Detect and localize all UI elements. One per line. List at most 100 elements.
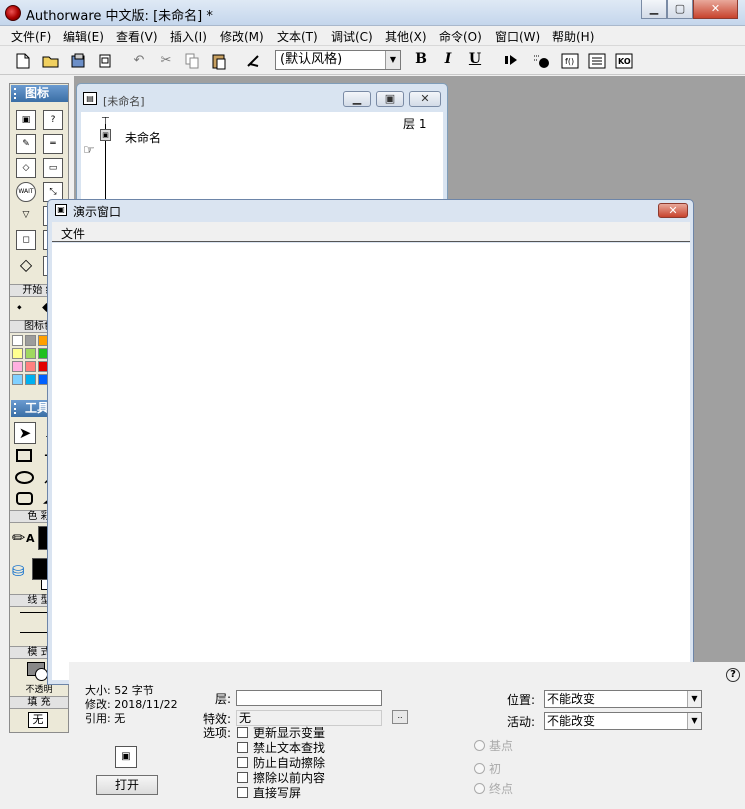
flowline-window-title: [未命名]	[103, 95, 145, 108]
open-folder-icon[interactable]	[40, 50, 62, 72]
presentation-stage[interactable]	[52, 243, 690, 680]
save-all-icon[interactable]	[94, 50, 116, 72]
menu-file[interactable]: 文件(F)	[9, 28, 53, 46]
initial-radio[interactable]	[474, 763, 485, 774]
authorware-app-icon[interactable]	[5, 5, 21, 21]
movie-icon[interactable]: ◻	[16, 230, 36, 250]
activity-dropdown[interactable]: 不能改变 ▼	[544, 712, 702, 730]
flowline-window-icon: ▤	[83, 92, 97, 105]
presentation-window-title: 演示窗口	[73, 205, 122, 219]
menu-text[interactable]: 文本(T)	[275, 28, 320, 46]
functions-window-icon[interactable]: f()	[559, 50, 581, 72]
text-color-icon: A	[26, 532, 35, 545]
flowline-canvas[interactable]: ⊤ ▣ 未命名 ☞ 层 1	[81, 112, 443, 204]
close-button[interactable]: ✕	[693, 0, 738, 19]
oval-tool-icon[interactable]	[15, 471, 34, 484]
icon-color-swatch[interactable]	[25, 348, 36, 359]
icon-color-swatch[interactable]	[12, 335, 23, 346]
flowline-minimize-button[interactable]: ▁	[343, 91, 371, 107]
rounded-rectangle-tool-icon[interactable]	[16, 492, 33, 505]
display-icon[interactable]: ▣	[100, 129, 111, 141]
svg-text:f(): f()	[565, 57, 574, 66]
prevent-auto-erase-checkbox[interactable]	[237, 757, 248, 768]
icon-color-swatch[interactable]	[25, 361, 36, 372]
menu-window[interactable]: 窗口(W)	[493, 28, 542, 46]
bold-button[interactable]: B	[412, 51, 430, 67]
icon-color-swatch[interactable]	[12, 374, 23, 385]
prevent-text-search-checkbox[interactable]	[237, 742, 248, 753]
menu-edit[interactable]: 编辑(E)	[61, 28, 106, 46]
copy-icon[interactable]	[181, 50, 203, 72]
end-radio[interactable]	[474, 783, 485, 794]
motion-icon[interactable]: ?	[43, 110, 63, 130]
presentation-window: ▣ 演示窗口 ✕ 文件	[47, 199, 694, 685]
find-icon[interactable]	[243, 50, 265, 72]
text-style-select[interactable]: (默认风格) ▼	[275, 50, 401, 70]
paste-icon[interactable]	[208, 50, 230, 72]
control-panel-icon[interactable]	[531, 50, 553, 72]
menu-debug[interactable]: 调试(C)	[329, 28, 375, 46]
menu-insert[interactable]: 插入(I)	[168, 28, 209, 46]
decision-icon[interactable]: WAIT	[16, 182, 36, 202]
undo-icon[interactable]: ↶	[128, 50, 150, 72]
icon-color-swatch[interactable]	[12, 361, 23, 372]
menu-help[interactable]: 帮助(H)	[550, 28, 596, 46]
fill-value[interactable]: 无	[28, 712, 48, 728]
properties-panel: ? 大小: 52 字节 修改: 2018/11/22 引用: 无 ▣ 打开 层:…	[69, 662, 745, 809]
wait-icon[interactable]: ═	[43, 134, 63, 154]
pencil-icon[interactable]: ✏	[12, 528, 25, 547]
title-bar: Authorware 中文版: [未命名] * ▁ ▢ ✕	[0, 0, 745, 26]
effect-browse-button[interactable]: ..	[392, 710, 408, 724]
calculation-icon[interactable]: ▽	[16, 206, 36, 226]
presentation-menu-file[interactable]: 文件	[61, 225, 85, 242]
toolbar: ↶ ✂ (默认风格) ▼ B I U f() KO	[0, 47, 745, 75]
menu-view[interactable]: 查看(V)	[114, 28, 160, 46]
icon-palette-header[interactable]: 图标	[11, 85, 68, 102]
open-button[interactable]: 打开	[96, 775, 158, 795]
update-variables-checkbox[interactable]	[237, 727, 248, 738]
window-title: Authorware 中文版: [未命名] *	[26, 9, 213, 24]
icon-color-swatch[interactable]	[12, 348, 23, 359]
italic-button[interactable]: I	[439, 51, 457, 67]
display-icon-preview: ▣	[115, 746, 137, 768]
erase-previous-checkbox[interactable]	[237, 772, 248, 783]
text-style-value: (默认风格)	[280, 52, 343, 67]
restart-icon[interactable]	[500, 50, 522, 72]
navigate-icon[interactable]: ◇	[16, 158, 36, 178]
layer-input[interactable]	[236, 690, 382, 706]
rectangle-tool-icon[interactable]	[16, 449, 32, 462]
position-label: 位置:	[507, 693, 536, 707]
direct-to-screen-checkbox[interactable]	[237, 787, 248, 798]
svg-text:KO: KO	[618, 57, 631, 66]
start-flag-label: 开始	[22, 285, 43, 296]
cut-icon[interactable]: ✂	[155, 50, 177, 72]
direct-to-screen-label: 直接写屏	[253, 786, 302, 800]
chevron-down-icon: ▼	[385, 51, 400, 69]
flowline-close-button[interactable]: ✕	[409, 91, 441, 107]
icon-color-swatch[interactable]	[25, 335, 36, 346]
flowline-maximize-button[interactable]: ▣	[376, 91, 404, 107]
variables-window-icon[interactable]	[586, 50, 608, 72]
underline-button[interactable]: U	[466, 51, 484, 67]
display-icon[interactable]: ▣	[16, 110, 36, 130]
import-icon[interactable]	[68, 50, 90, 72]
menu-modify[interactable]: 修改(M)	[218, 28, 266, 46]
menu-other[interactable]: 其他(X)	[383, 28, 429, 46]
pointer-tool-icon[interactable]: ➤	[14, 422, 36, 444]
erase-icon[interactable]: ✎	[16, 134, 36, 154]
video-icon[interactable]: ◇	[16, 256, 36, 276]
presentation-close-button[interactable]: ✕	[658, 203, 688, 218]
new-file-icon[interactable]	[12, 50, 34, 72]
knowledge-objects-icon[interactable]: KO	[613, 50, 635, 72]
minimize-button[interactable]: ▁	[641, 0, 667, 19]
start-flag-icon[interactable]: ⬩	[17, 300, 22, 315]
fill-bucket-icon[interactable]: ⛁	[12, 562, 25, 580]
framework-icon[interactable]: ▭	[43, 158, 63, 178]
base-radio[interactable]	[474, 740, 485, 751]
flowline-icon-name[interactable]: 未命名	[125, 129, 161, 146]
icon-color-swatch[interactable]	[25, 374, 36, 385]
maximize-button[interactable]: ▢	[667, 0, 693, 19]
position-dropdown[interactable]: 不能改变 ▼	[544, 690, 702, 708]
menu-command[interactable]: 命令(O)	[437, 28, 484, 46]
help-icon[interactable]: ?	[726, 668, 740, 682]
